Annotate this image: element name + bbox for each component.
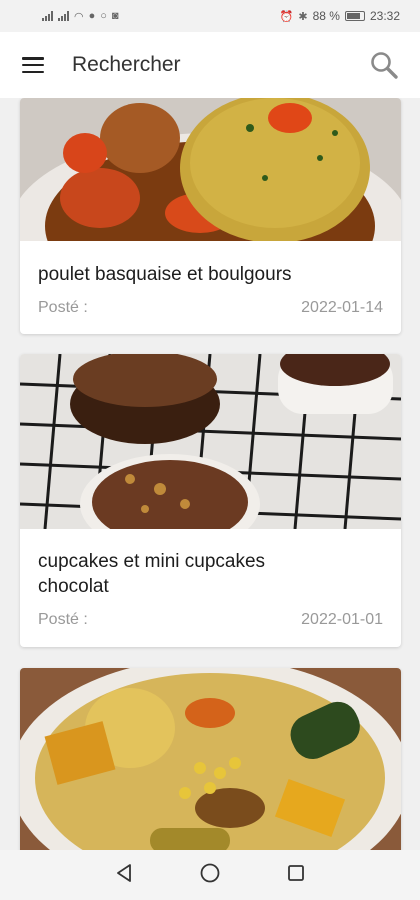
post-title: cupcakes et mini cupcakes chocolat [38,551,266,597]
wifi-icon: ◠ [74,10,84,23]
post-date: 2022-01-14 [301,299,383,316]
post-card[interactable]: cupcakes et mini cupcakes chocolat Posté… [20,354,401,647]
post-card[interactable] [20,668,401,850]
posted-label: Posté : [38,299,88,316]
alarm-icon: ⏰ [279,10,294,23]
instagram-icon: ◙ [111,10,119,22]
post-feed[interactable]: poulet basquaise et boulgours Posté : 20… [0,98,420,850]
signal-icon [42,11,53,21]
post-title: poulet basquaise et boulgours [38,264,292,285]
post-date: 2022-01-01 [301,611,383,628]
status-right: ⏰ ✱ 88 % 23:32 [280,9,400,23]
post-image [20,668,401,850]
recents-icon[interactable] [285,862,307,889]
page-title: Rechercher [72,53,181,76]
search-icon[interactable] [368,49,400,81]
post-meta: Posté : 2022-01-14 [38,299,383,317]
post-card[interactable]: poulet basquaise et boulgours Posté : 20… [20,98,401,334]
menu-icon[interactable] [20,55,46,75]
status-bar: ◠ ● ○ ◙ ⏰ ✱ 88 % 23:32 [0,0,420,32]
system-nav-bar [0,850,420,900]
status-left: ◠ ● ○ ◙ [42,10,119,23]
home-icon[interactable] [199,862,221,889]
signal-icon-2 [58,11,69,21]
back-icon[interactable] [113,862,135,889]
clock: 23:32 [369,9,400,23]
app-bar: Rechercher [0,32,420,98]
post-image [20,98,401,241]
posted-label: Posté : [38,611,88,628]
facebook-icon: ● [88,10,96,22]
notification-icon: ○ [100,10,107,22]
battery-icon [344,11,365,21]
battery-percent: 88 % [312,9,340,23]
bluetooth-icon: ✱ [298,10,308,23]
post-image [20,354,401,529]
post-meta: Posté : 2022-01-01 [38,611,383,629]
